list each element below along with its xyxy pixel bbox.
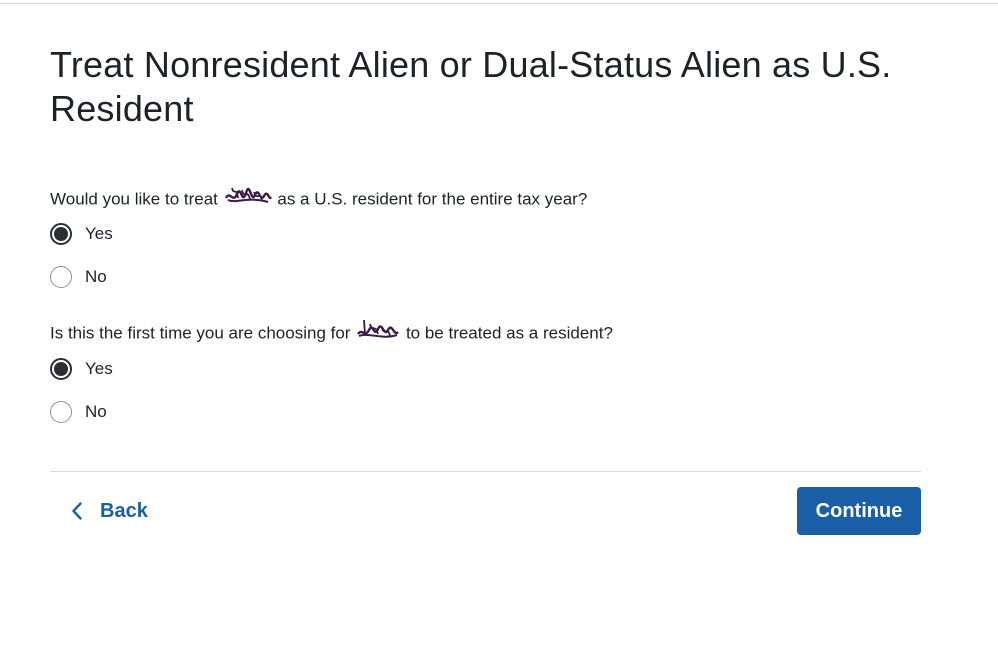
section-divider <box>50 471 921 472</box>
q1-no-label: No <box>85 267 107 286</box>
q1-no-radio[interactable] <box>50 266 72 288</box>
q2-yes-radio[interactable] <box>50 358 72 380</box>
top-border <box>0 3 998 4</box>
redacted-name-scribble <box>356 318 400 350</box>
question-2-text-before: Is this the first time you are choosing … <box>50 323 351 343</box>
question-1-text-after: as a U.S. resident for the entire tax ye… <box>277 189 588 209</box>
q1-yes-label: Yes <box>85 224 113 243</box>
continue-button[interactable]: Continue <box>797 487 921 535</box>
q1-option-yes[interactable]: Yes <box>50 221 113 247</box>
question-2: Is this the first time you are choosing … <box>50 318 613 350</box>
radio-selected-dot <box>54 362 68 376</box>
q2-no-radio[interactable] <box>50 401 72 423</box>
back-button-label: Back <box>100 499 148 522</box>
q1-option-no[interactable]: No <box>50 264 107 290</box>
question-1: Would you like to treat as a U.S. reside… <box>50 184 587 216</box>
q2-no-label: No <box>85 402 107 421</box>
question-1-text-before: Would you like to treat <box>50 189 218 209</box>
q1-yes-radio[interactable] <box>50 223 72 245</box>
question-2-text-after: to be treated as a resident? <box>405 323 613 343</box>
q2-yes-label: Yes <box>85 359 113 378</box>
radio-selected-dot <box>54 227 68 241</box>
chevron-left-icon <box>72 502 82 520</box>
q2-option-no[interactable]: No <box>50 399 107 425</box>
page-title: Treat Nonresident Alien or Dual-Status A… <box>50 44 892 129</box>
q2-option-yes[interactable]: Yes <box>50 356 113 382</box>
redacted-name-scribble <box>224 184 272 216</box>
back-button[interactable]: Back <box>66 494 154 528</box>
